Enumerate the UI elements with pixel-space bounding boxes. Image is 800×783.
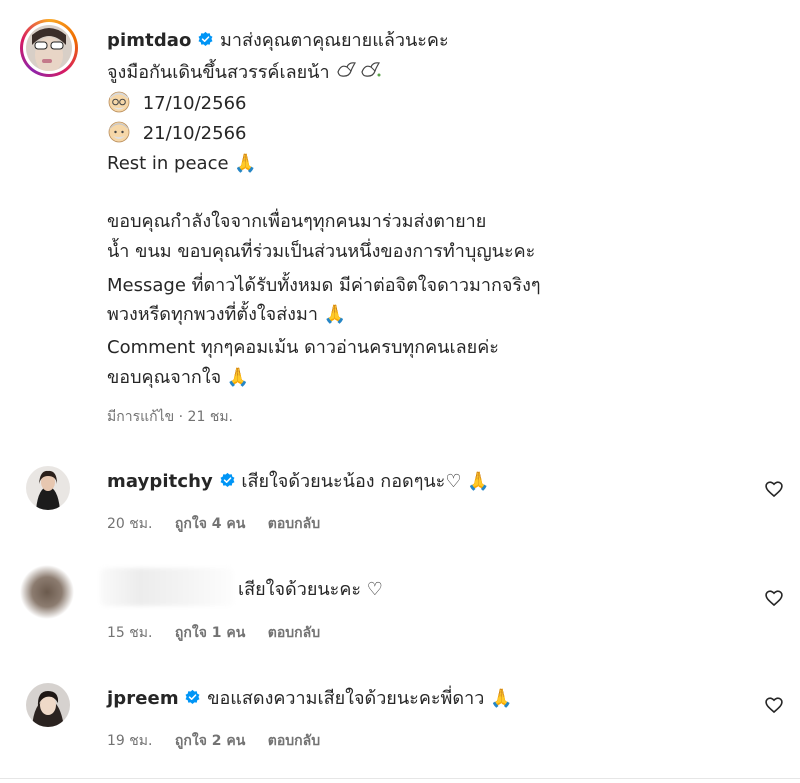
comment-3-time[interactable]: 19 ชม. [107, 733, 152, 749]
verified-badge-icon [185, 689, 200, 704]
verified-badge-icon [198, 31, 213, 46]
comment-1-reply-button[interactable]: ตอบกลับ [268, 516, 320, 532]
avatar[interactable] [26, 683, 70, 727]
dove-icon [337, 62, 381, 77]
post-username[interactable]: pimtdao [107, 30, 192, 51]
bottom-divider [0, 778, 800, 779]
avatar[interactable] [26, 466, 70, 510]
post-meta: มีการแก้ไข · 21 ชม. [107, 409, 233, 425]
comment-3-reply-button[interactable]: ตอบกลับ [268, 733, 320, 749]
date-row-1: 17/10/2566 [107, 91, 246, 116]
comment-2-text: เสียใจด้วยนะคะ ♡ [238, 579, 383, 600]
post-paragraph-line-3: Message ที่ดาวได้รับทั้งหมด มีค่าต่อจิตใ… [107, 275, 541, 296]
comment-1-meta: 20 ชม. ถูกใจ 4 คน ตอบกลับ [107, 513, 320, 535]
post-caption-line1: มาส่งคุณตาคุณยายแล้วนะคะ [219, 30, 449, 51]
praying-hands-icon: 🙏 [323, 304, 347, 325]
praying-hands-icon: 🙏 [490, 688, 513, 709]
rip-row: Rest in peace 🙏 [107, 152, 257, 176]
old-man-face-icon [108, 91, 130, 113]
comment-1-username[interactable]: maypitchy [107, 471, 213, 492]
verified-badge-icon [220, 472, 235, 487]
post-paragraph-line-6-row: ขอบคุณจากใจ 🙏 [107, 366, 249, 390]
blurred-username [100, 568, 234, 606]
story-ring-avatar[interactable] [20, 19, 78, 77]
comment-3-username[interactable]: jpreem [107, 688, 179, 709]
post-paragraph-line-4: พวงหรีดทุกพวงที่ตั้งใจส่งมา [107, 304, 318, 325]
post-paragraph-line-5: Comment ทุกๆคอมเม้น ดาวอ่านครบทุกคนเลยค่… [107, 337, 499, 358]
heart-icon[interactable] [764, 479, 784, 499]
post-paragraph-line-2: น้ำ ขนม ขอบคุณที่ร่วมเป็นส่วนหนึ่งของการ… [107, 241, 536, 262]
praying-hands-icon: 🙏 [234, 153, 257, 174]
rip-text: Rest in peace [107, 153, 229, 174]
post-caption-line2: จูงมือกันเดินขึ้นสวรรค์เลยน้า [107, 62, 330, 83]
post-paragraph-line-4-row: พวงหรีดทุกพวงที่ตั้งใจส่งมา 🙏 [107, 303, 346, 327]
comment-2-time[interactable]: 15 ชม. [107, 625, 152, 641]
comment-1-time[interactable]: 20 ชม. [107, 516, 152, 532]
praying-hands-icon: 🙏 [467, 471, 490, 492]
comment-2-reply-button[interactable]: ตอบกลับ [268, 625, 320, 641]
avatar[interactable] [20, 565, 74, 619]
comment-2-meta: 15 ชม. ถูกใจ 1 คน ตอบกลับ [107, 622, 320, 644]
comment-2-likes[interactable]: ถูกใจ 1 คน [175, 625, 245, 641]
post-caption-first-line: pimtdao มาส่งคุณตาคุณยายแล้วนะคะ [107, 29, 449, 53]
comment-1-text: เสียใจด้วยนะน้อง กอดๆนะ♡ [241, 471, 462, 492]
avatar [26, 25, 72, 71]
old-man-face-icon [108, 121, 130, 143]
date-1: 17/10/2566 [142, 93, 247, 114]
comment-3-meta: 19 ชม. ถูกใจ 2 คน ตอบกลับ [107, 730, 320, 752]
heart-icon[interactable] [764, 588, 784, 608]
post-paragraph-line-6: ขอบคุณจากใจ [107, 367, 222, 388]
comment-3-line: jpreem ขอแสดงความเสียใจด้วยนะคะพี่ดาว 🙏 [107, 687, 512, 711]
praying-hands-icon: 🙏 [226, 367, 250, 388]
heart-icon[interactable] [764, 695, 784, 715]
date-row-2: 21/10/2566 [107, 121, 246, 146]
date-2: 21/10/2566 [142, 123, 247, 144]
comment-1-likes[interactable]: ถูกใจ 4 คน [175, 516, 245, 532]
comment-3-text: ขอแสดงความเสียใจด้วยนะคะพี่ดาว [207, 688, 485, 709]
comment-1-line: maypitchy เสียใจด้วยนะน้อง กอดๆนะ♡ 🙏 [107, 470, 490, 494]
post-caption-line2-row: จูงมือกันเดินขึ้นสวรรค์เลยน้า 🕊🕊 [107, 60, 385, 85]
comment-3-likes[interactable]: ถูกใจ 2 คน [175, 733, 245, 749]
post-paragraph-line-1: ขอบคุณกำลังใจจากเพื่อนๆทุกคนมาร่วมส่งตาย… [107, 211, 487, 232]
